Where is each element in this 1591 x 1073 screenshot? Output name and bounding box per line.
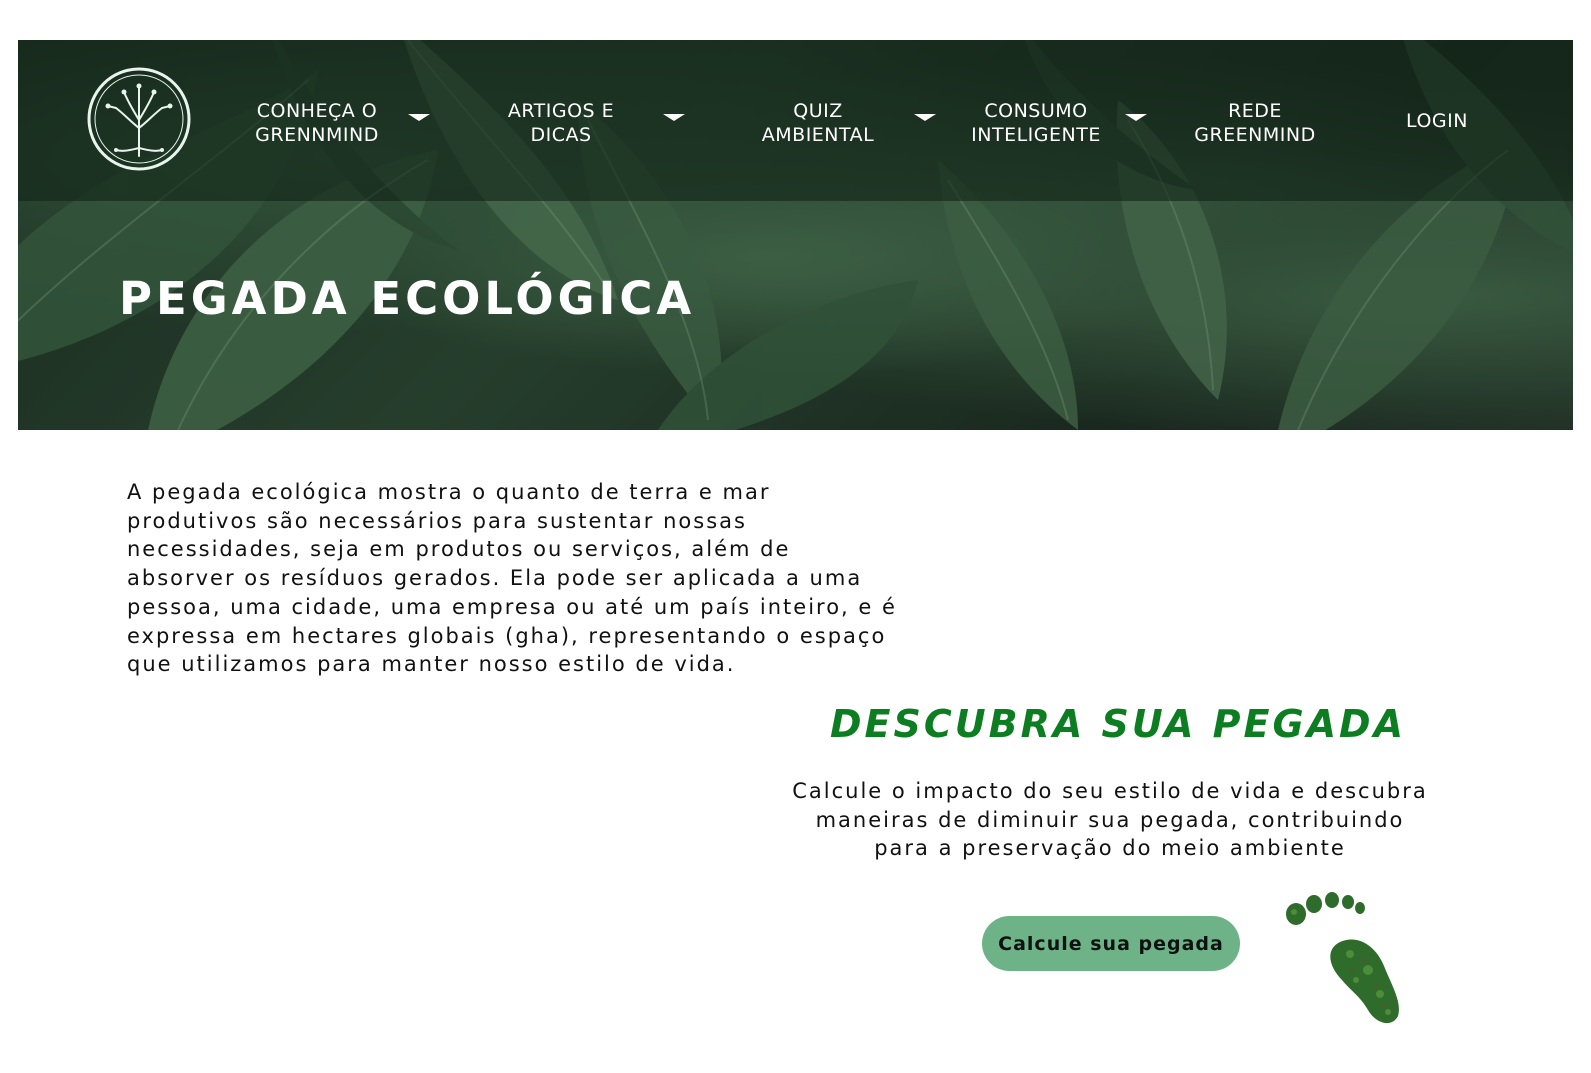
nav-item-label: QUIZ AMBIENTAL [761,100,875,146]
intro-paragraph: A pegada ecológica mostra o quanto de te… [127,480,897,677]
chevron-down-icon[interactable] [1125,114,1147,121]
calculate-footprint-button[interactable]: Calcule sua pegada [982,916,1240,971]
chevron-down-icon[interactable] [663,114,685,121]
green-footprint-icon [1286,892,1399,1024]
nav-item-label: CONSUMO INTELIGENTE [971,100,1101,146]
cta-title: DESCUBRA SUA PEGADA [830,702,1406,746]
nav-item-quiz[interactable]: QUIZ AMBIENTAL [754,99,882,147]
tree-circuit-logo-icon[interactable] [86,66,192,172]
nav-item-conheca[interactable]: CONHEÇA O GRENNMIND [248,99,386,147]
chevron-down-icon[interactable] [914,114,936,121]
nav-item-consumo[interactable]: CONSUMO INTELIGENTE [966,99,1106,147]
nav-item-label: CONHEÇA O GRENNMIND [255,100,379,146]
nav-item-label: REDE GREENMIND [1194,100,1316,146]
page-title: PEGADA ECOLÓGICA [119,272,696,325]
nav-item-login[interactable]: LOGIN [1392,109,1482,133]
nav-item-artigos[interactable]: ARTIGOS E DICAS [496,99,626,147]
hero-banner: CONHEÇA O GRENNMIND ARTIGOS E DICAS QUIZ… [18,40,1573,430]
nav-item-rede[interactable]: REDE GREENMIND [1184,99,1326,147]
nav-item-label: ARTIGOS E DICAS [507,100,615,146]
cta-description: Calcule o impacto do seu estilo de vida … [792,779,1428,861]
nav-item-label: LOGIN [1406,110,1468,132]
chevron-down-icon[interactable] [408,114,430,121]
